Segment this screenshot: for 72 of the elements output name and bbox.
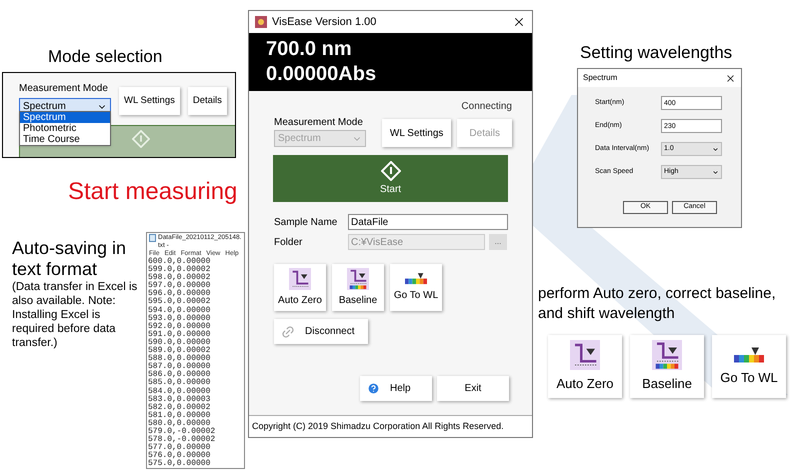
- window-button[interactable]: WL Settings: [119, 87, 180, 115]
- tool-button[interactable]: Go To WL: [390, 264, 442, 311]
- exit-button[interactable]: Exit: [437, 376, 509, 401]
- data-line: 582.0,0.00002: [148, 404, 212, 412]
- callout-caption: Setting wavelengths: [580, 42, 732, 64]
- tool-button[interactable]: Auto Zero: [548, 335, 622, 398]
- start-diamond-icon: [380, 160, 400, 180]
- baseline-icon: [652, 340, 682, 370]
- data-line: 592.0,0.00000: [148, 322, 212, 331]
- data-line: 598.0,0.00002: [148, 274, 212, 282]
- data-line: 578.0,-0.00002: [148, 436, 216, 444]
- close-icon[interactable]: [512, 15, 526, 29]
- wavelength-readout: 700.0 nm: [266, 37, 353, 62]
- window-title: VisEase Version 1.00: [272, 14, 378, 30]
- data-line: 590.0,0.00000: [148, 338, 212, 347]
- callout-note: (Data transfer in Excel is also available. Note: Installing Excel is required before data transfer.): [12, 280, 138, 350]
- copyright-text: Copyright (C) 2019 Shimadzu Corporation All Rights Reserved.: [252, 420, 504, 433]
- help-button[interactable]: Help: [360, 376, 432, 401]
- absorbance-readout: 0.00000Abs: [266, 62, 378, 87]
- callout-caption: Mode selection: [48, 46, 162, 68]
- data-line: 595.0,0.00002: [148, 298, 212, 306]
- data-line: 593.0,0.00000: [148, 314, 212, 323]
- data-line: 594.0,0.00000: [148, 306, 212, 315]
- chevron-icon: [712, 146, 719, 152]
- tool-button[interactable]: Baseline: [630, 335, 704, 398]
- start-button[interactable]: Start: [273, 155, 508, 202]
- data-line: 577.0,0.00000: [148, 444, 212, 452]
- field-label: Measurement Mode: [274, 116, 364, 130]
- field-label: Sample Name: [274, 216, 338, 230]
- field-label: Measurement Mode: [19, 82, 109, 96]
- dropdown-option[interactable]: Photometric: [20, 123, 110, 134]
- window-button[interactable]: Details: [188, 87, 227, 115]
- tool-button[interactable]: Go To WL: [712, 335, 786, 398]
- dropdown-option[interactable]: Spectrum: [20, 112, 110, 123]
- text-field[interactable]: DataFile: [348, 214, 508, 230]
- dropdown-option[interactable]: Time Course: [20, 134, 110, 145]
- close-icon[interactable]: [725, 72, 736, 84]
- callout-caption: Auto-saving in text format: [12, 238, 128, 280]
- data-line: 575.0,0.00000: [148, 460, 212, 468]
- app-logo-icon: [255, 16, 267, 28]
- data-line: 589.0,0.00002: [148, 347, 212, 356]
- window-button[interactable]: WL Settings: [382, 119, 452, 147]
- data-line: 580.0,0.00000: [148, 420, 210, 428]
- spectrum-bar-icon: [405, 272, 427, 286]
- tool-button[interactable]: Auto Zero: [274, 264, 326, 311]
- baseline-icon: [347, 268, 369, 290]
- tool-button[interactable]: Baseline: [332, 264, 384, 311]
- data-line: 586.0,0.00000: [148, 371, 212, 380]
- data-line: 588.0,0.00000: [148, 355, 212, 364]
- file-icon: [149, 234, 156, 242]
- data-line: 587.0,0.00000: [148, 363, 212, 372]
- data-line: 599.0,0.00002: [148, 266, 212, 274]
- help-icon: [367, 382, 380, 395]
- callout-caption: Start measuring: [68, 177, 238, 207]
- data-line: 600.0,0.00000: [148, 258, 212, 266]
- data-line: 585.0,0.00000: [148, 379, 212, 388]
- data-line: 597.0,0.00000: [148, 282, 212, 290]
- data-line: 583.0,0.00003: [148, 396, 212, 404]
- data-line: 584.0,0.00000: [148, 388, 212, 396]
- data-line: 596.0,0.00000: [148, 290, 212, 298]
- dialog-title: Spectrum: [583, 72, 618, 84]
- data-line: 581.0,0.00000: [148, 412, 212, 420]
- data-line: 591.0,0.00000: [148, 330, 212, 339]
- chevron-icon: [712, 168, 719, 176]
- data-line: 576.0,0.00000: [148, 452, 212, 460]
- connection-status: Connecting: [461, 100, 512, 114]
- callout-caption: perform Auto zero, correct baseline, and shift wavelength: [538, 284, 777, 324]
- spectrum-bar-icon: [734, 346, 764, 364]
- data-line: 579.0,-0.00002: [148, 428, 216, 436]
- start-diamond-icon: [132, 130, 150, 148]
- field-label: Folder: [274, 236, 304, 250]
- disconnect-button[interactable]: Disconnect: [274, 319, 368, 344]
